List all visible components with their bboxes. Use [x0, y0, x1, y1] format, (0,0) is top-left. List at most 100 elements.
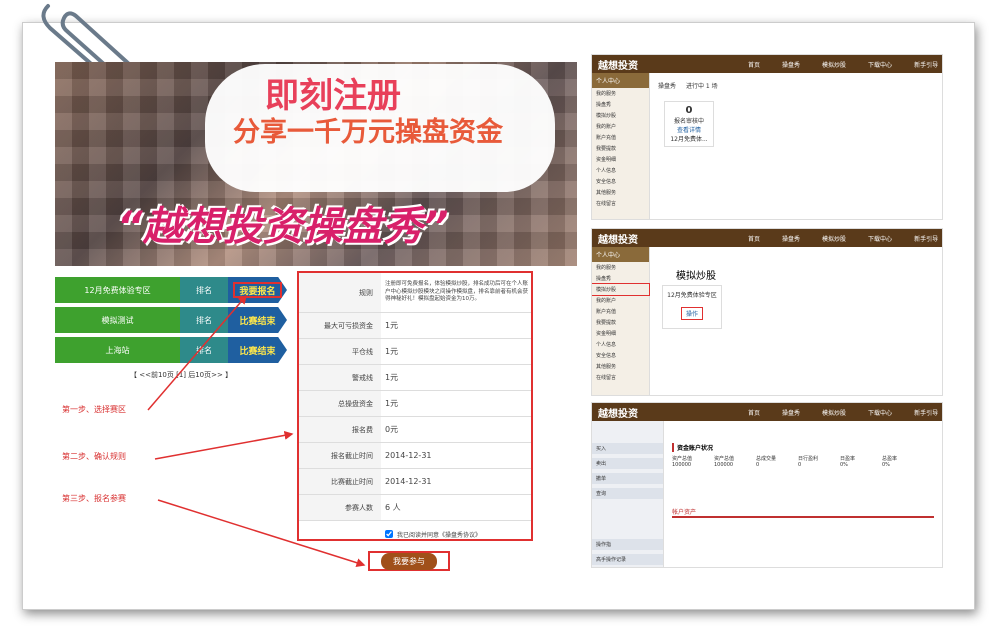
nav-home[interactable]: 首页 — [748, 408, 760, 417]
sidebar-item[interactable]: 我的服务 — [592, 88, 649, 99]
sidebar: 个人中心 我的服务 操盘秀 模拟炒股 我的账户 账户充值 我要提款 资金明细 个… — [592, 73, 650, 219]
sidebar-item[interactable]: 安全信息 — [592, 176, 649, 187]
card-count: 0 — [685, 105, 693, 116]
trade-menu-item[interactable]: 操作指 — [592, 539, 663, 550]
zone-card-name: 12月免费体验专区 — [667, 292, 717, 299]
trade-menu-item[interactable]: 卖出 — [592, 458, 663, 469]
sidebar-item[interactable]: 我要提款 — [592, 143, 649, 154]
nav-download[interactable]: 下载中心 — [868, 60, 892, 69]
col-header: 日盈率 — [840, 456, 856, 462]
detail-link[interactable]: 查看详情 — [668, 125, 710, 134]
trading-screenshot: 越想投资 首页 操盘秀 模拟炒股 下载中心 新手引导 买入 卖出 撤单 查询 操作指 高… — [591, 402, 943, 568]
sidebar-item-sim[interactable]: 模拟炒股 — [592, 283, 650, 296]
rule-text: 注册即可免费报名，体验模拟炒股，排名成功后可在个人账户中心模拟炒股模块之间操作模… — [385, 281, 529, 303]
tab-assets[interactable]: 帐户资产 — [672, 507, 934, 518]
account-center-screenshot: 越想投资 首页 操盘秀 模拟炒股 下载中心 新手引导 个人中心 我的服务 操盘秀 模拟炒… — [591, 54, 943, 220]
trade-menu-item[interactable]: 高手操作记录 — [592, 554, 663, 565]
col-header: 日行盈利 — [798, 456, 819, 462]
site-logo: 越想投资 — [598, 234, 638, 246]
sidebar: 个人中心 我的服务 操盘秀 模拟炒股 我的账户 账户充值 我要提款 资金明细 个… — [592, 247, 650, 395]
sidebar-item[interactable]: 账户充值 — [592, 306, 649, 317]
col-header: 资产总值 — [672, 456, 693, 462]
card-foot: 12月免费体... — [670, 136, 708, 143]
sidebar-item[interactable]: 资金明细 — [592, 328, 649, 339]
field-value: 2014-12-31 — [385, 451, 432, 460]
sidebar-item[interactable]: 安全信息 — [592, 350, 649, 361]
sidebar-title: 个人中心 — [592, 247, 649, 262]
cell: 0% — [840, 462, 848, 468]
sidebar-item[interactable]: 模拟炒股 — [592, 110, 649, 121]
operate-button[interactable]: 操作 — [680, 307, 703, 320]
trade-menu-item[interactable]: 撤单 — [592, 473, 663, 484]
site-logo: 越想投资 — [598, 408, 638, 420]
trade-menu-item[interactable]: 买入 — [592, 443, 663, 454]
nav-guide[interactable]: 新手引导 — [914, 234, 938, 243]
cell: 100000 — [714, 462, 734, 468]
agree-label: 我已阅读并同意《操盘秀协议》 — [397, 531, 482, 539]
sidebar-item[interactable]: 个人信息 — [592, 339, 649, 350]
tab-show[interactable]: 操盘秀 — [658, 83, 676, 90]
nav-download[interactable]: 下载中心 — [868, 234, 892, 243]
col-header: 总成交量 — [756, 456, 777, 462]
sidebar-item[interactable]: 其他服务 — [592, 361, 649, 372]
sidebar-item[interactable]: 账户充值 — [592, 132, 649, 143]
nav-guide[interactable]: 新手引导 — [914, 408, 938, 417]
sidebar-item[interactable]: 个人信息 — [592, 165, 649, 176]
nav-guide[interactable]: 新手引导 — [914, 60, 938, 69]
sidebar-item[interactable]: 我的服务 — [592, 262, 649, 273]
account-table: 资产总值 资产总值 总成交量 日行盈利 日盈率 总盈率 100000 100000 0 0 0% 0… — [672, 455, 924, 468]
col-header: 资产总值 — [714, 456, 735, 462]
trade-sidebar: 买入 卖出 撤单 查询 操作指 高手操作记录 — [592, 421, 664, 567]
page-title: 模拟炒股 — [676, 271, 716, 282]
sidebar-item[interactable]: 我的账户 — [592, 295, 649, 306]
nav-sim[interactable]: 模拟炒股 — [822, 234, 846, 243]
account-status-title: 资金账户状况 — [672, 443, 713, 452]
zone-card: 12月免费体验专区 操作 — [662, 285, 722, 329]
cell: 0% — [882, 462, 890, 468]
sidebar-item[interactable]: 我的账户 — [592, 121, 649, 132]
field-label: 报名截止时间 — [299, 443, 381, 468]
col-header: 总盈率 — [882, 456, 898, 462]
nav-show[interactable]: 操盘秀 — [782, 408, 800, 417]
trade-menu-item[interactable]: 查询 — [592, 488, 663, 499]
card-note: 报名审核中 — [673, 118, 704, 125]
nav-sim[interactable]: 模拟炒股 — [822, 408, 846, 417]
nav-home[interactable]: 首页 — [748, 60, 760, 69]
agree-checkbox[interactable] — [385, 530, 393, 538]
field-value: 2014-12-31 — [385, 477, 432, 486]
field-label: 比赛截止时间 — [299, 469, 381, 494]
join-button-highlight: 我要参与 — [368, 551, 450, 571]
sidebar-item[interactable]: 操盘秀 — [592, 273, 649, 284]
rule-label: 规则 — [299, 273, 381, 312]
field-label: 参赛人数 — [299, 495, 381, 520]
field-label: 总操盘资金 — [299, 391, 381, 416]
sidebar-item[interactable]: 操盘秀 — [592, 99, 649, 110]
nav-sim[interactable]: 模拟炒股 — [822, 60, 846, 69]
sidebar-item[interactable]: 其他服务 — [592, 187, 649, 198]
field-value: 1元 — [385, 399, 399, 408]
field-label: 最大可亏损资金 — [299, 313, 381, 338]
contest-card: 0 报名审核中 查看详情 12月免费体... — [664, 101, 714, 147]
field-value: 1元 — [385, 373, 399, 382]
field-label: 平仓线 — [299, 339, 381, 364]
join-button[interactable]: 我要参与 — [381, 552, 437, 570]
cell: 0 — [756, 462, 760, 468]
cell: 100000 — [672, 462, 692, 468]
sidebar-item[interactable]: 在线留言 — [592, 372, 649, 383]
field-label: 报名费 — [299, 417, 381, 442]
site-logo: 越想投资 — [598, 60, 638, 72]
nav-download[interactable]: 下载中心 — [868, 408, 892, 417]
nav-show[interactable]: 操盘秀 — [782, 60, 800, 69]
nav-home[interactable]: 首页 — [748, 234, 760, 243]
cell: 0 — [798, 462, 802, 468]
sidebar-item[interactable]: 在线留言 — [592, 198, 649, 209]
field-value: 0元 — [385, 425, 399, 434]
field-label: 警戒线 — [299, 365, 381, 390]
field-value: 1元 — [385, 347, 399, 356]
sidebar-item[interactable]: 资金明细 — [592, 154, 649, 165]
field-value: 1元 — [385, 321, 399, 330]
nav-show[interactable]: 操盘秀 — [782, 234, 800, 243]
field-value: 6 人 — [385, 503, 401, 512]
sidebar-item[interactable]: 我要提款 — [592, 317, 649, 328]
sidebar-title: 个人中心 — [592, 73, 649, 88]
